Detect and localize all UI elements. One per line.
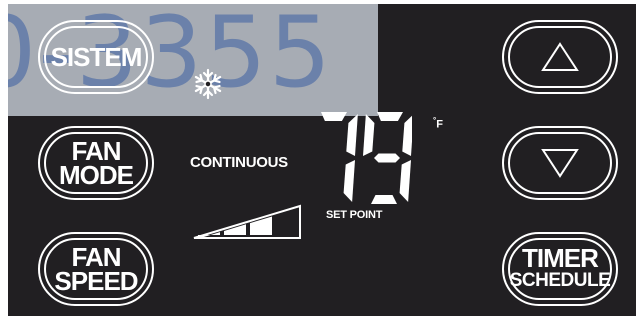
up-button[interactable] xyxy=(502,20,618,94)
snowflake-icon xyxy=(194,68,222,100)
segment-b xyxy=(346,114,358,156)
temperature-unit: °F xyxy=(433,116,443,131)
temperature-unit-letter: F xyxy=(436,118,443,131)
segment-a xyxy=(377,112,403,121)
fan-speed-indicator xyxy=(193,204,301,239)
triangle-down-icon xyxy=(541,149,579,178)
segment-b xyxy=(402,115,412,156)
segment-d xyxy=(371,195,397,204)
fan-mode-label-line2: MODE xyxy=(59,160,134,190)
down-button[interactable] xyxy=(502,126,618,200)
segment-c xyxy=(399,160,411,202)
segment-c xyxy=(343,160,355,202)
triangle-up-icon xyxy=(541,42,579,71)
segment-a xyxy=(321,112,347,121)
system-button[interactable]: SISTEM xyxy=(38,20,154,94)
fan-speed-label-line2: SPEED xyxy=(54,266,138,296)
fan-speed-button[interactable]: FAN SPEED xyxy=(38,232,154,306)
timer-schedule-button[interactable]: TIMER SCHEDULE xyxy=(502,232,618,306)
temperature-display xyxy=(321,112,412,204)
system-button-label: SISTEM xyxy=(50,42,143,72)
segment-g xyxy=(374,153,400,163)
schedule-label: SCHEDULE xyxy=(509,270,611,291)
segment-f xyxy=(363,114,375,156)
fan-mode-button[interactable]: FAN MODE xyxy=(38,126,154,200)
setpoint-label: SET POINT xyxy=(326,209,383,221)
fan-mode-status: CONTINUOUS xyxy=(190,154,288,171)
timer-label: TIMER xyxy=(522,243,599,273)
thermostat-panel: 0-3355 SISTEM FAN MODE FAN SPEED TIMER S… xyxy=(8,4,636,316)
